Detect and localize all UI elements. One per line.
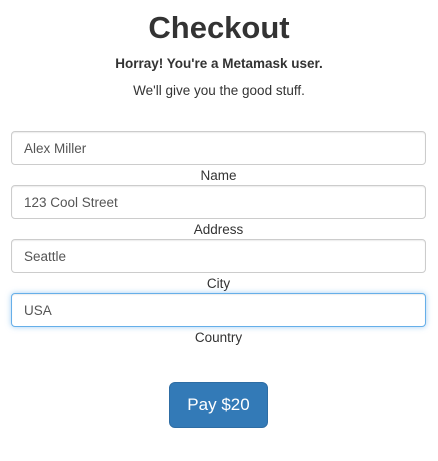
name-field-group: Name [11,131,426,185]
page-title: Checkout [148,10,290,45]
address-label: Address [193,222,244,237]
metamask-greeting: Horray! You're a Metamask user. [115,56,323,71]
tagline: We'll give you the good stuff. [133,83,305,98]
address-field-group: Address [11,185,426,239]
city-label: City [206,276,231,291]
pay-button[interactable]: Pay $20 [169,382,268,428]
checkout-page: Checkout Horray! You're a Metamask user.… [0,0,438,461]
name-label: Name [200,168,237,183]
country-label: Country [194,330,243,345]
address-input[interactable] [11,185,426,219]
country-input[interactable] [11,293,426,327]
city-field-group: City [11,239,426,293]
country-field-group: Country [11,293,426,347]
name-input[interactable] [11,131,426,165]
city-input[interactable] [11,239,426,273]
